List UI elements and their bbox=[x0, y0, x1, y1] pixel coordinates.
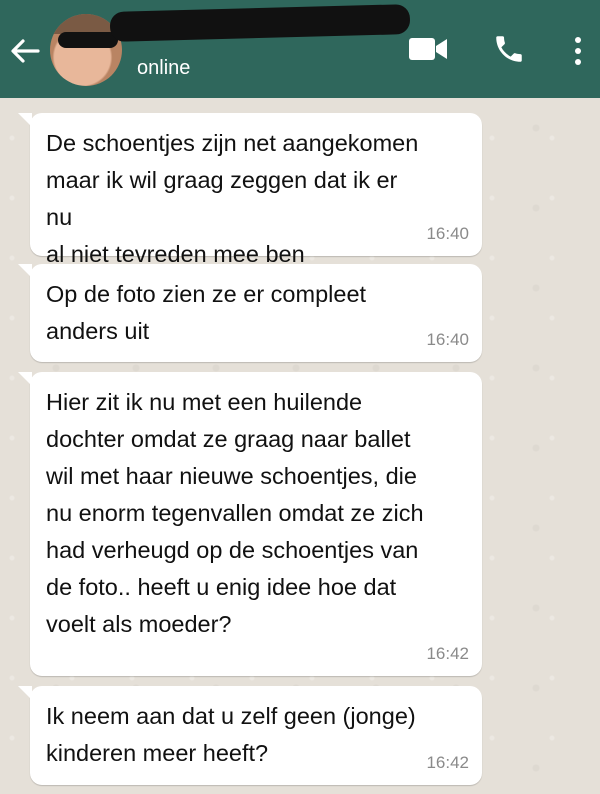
message-bubble[interactable]: Op de foto zien ze er compleet anders ui… bbox=[18, 264, 482, 362]
back-arrow-icon[interactable] bbox=[8, 34, 42, 68]
chat-header: online bbox=[0, 0, 600, 98]
message-bubble[interactable]: De schoentjes zijn net aangekomen maar i… bbox=[18, 113, 482, 267]
message-text: Ik neem aan dat u zelf geen (jonge) kind… bbox=[46, 703, 416, 766]
message-time: 16:40 bbox=[426, 224, 469, 243]
message-time: 16:40 bbox=[426, 330, 469, 349]
message-time: 16:42 bbox=[426, 753, 469, 772]
more-menu-icon[interactable] bbox=[568, 34, 588, 68]
contact-status: online bbox=[137, 57, 191, 79]
message-text: Hier zit ik nu met een huilende dochter … bbox=[46, 389, 424, 637]
message-bubble[interactable]: Hier zit ik nu met een huilende dochter … bbox=[18, 372, 482, 676]
video-call-icon[interactable] bbox=[408, 36, 448, 62]
contact-name-redacted bbox=[109, 4, 411, 42]
message-text: Op de foto zien ze er compleet anders ui… bbox=[46, 281, 367, 344]
message-bubble[interactable]: Ik neem aan dat u zelf geen (jonge) kind… bbox=[18, 686, 482, 785]
phone-icon[interactable] bbox=[492, 32, 526, 66]
message-text: De schoentjes zijn net aangekomen maar i… bbox=[46, 130, 419, 267]
redaction-bar bbox=[58, 32, 118, 48]
message-time: 16:42 bbox=[426, 644, 469, 663]
